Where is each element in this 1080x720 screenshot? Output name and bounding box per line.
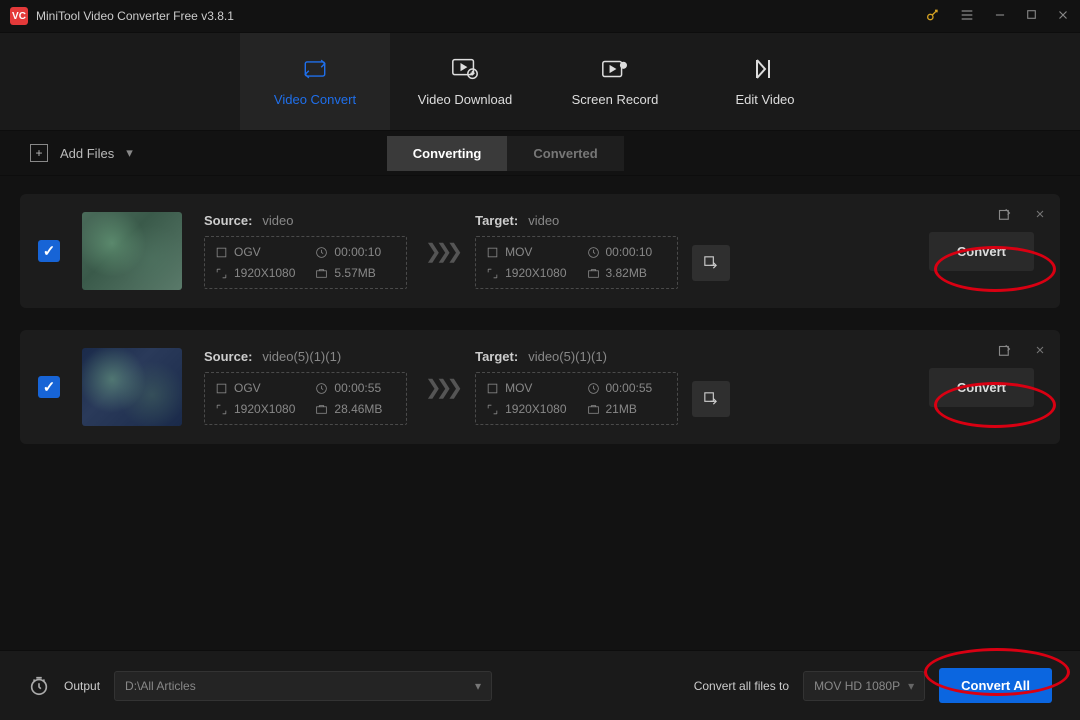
subtab-converted[interactable]: Converted bbox=[507, 136, 623, 171]
add-files-label: Add Files bbox=[60, 146, 114, 161]
maximize-button[interactable] bbox=[1025, 8, 1038, 24]
toolbar: + Add Files ▾ Converting Converted bbox=[0, 130, 1080, 176]
checkbox[interactable]: ✓ bbox=[38, 376, 60, 398]
target-duration: 00:00:55 bbox=[587, 381, 667, 395]
convert-icon bbox=[300, 56, 330, 82]
output-path-value: D:\All Articles bbox=[125, 679, 196, 693]
target-size: 3.82MB bbox=[587, 266, 667, 280]
remove-icon[interactable] bbox=[1034, 208, 1046, 223]
tab-screen-record-label: Screen Record bbox=[572, 92, 659, 107]
target-filename: video(5)(1)(1) bbox=[528, 349, 607, 364]
target-format: MOV bbox=[486, 381, 566, 395]
menu-icon[interactable] bbox=[959, 7, 975, 26]
add-files-button[interactable]: + Add Files ▾ bbox=[30, 144, 133, 162]
main-nav: Video Convert Video Download Screen Reco… bbox=[0, 32, 1080, 130]
arrow-icon: ❯❯❯ bbox=[421, 375, 461, 400]
app-title: MiniTool Video Converter Free v3.8.1 bbox=[36, 9, 925, 23]
target-duration: 00:00:10 bbox=[587, 245, 667, 259]
tab-video-convert-label: Video Convert bbox=[274, 92, 356, 107]
format-settings-button[interactable] bbox=[692, 245, 730, 281]
edit-icon[interactable] bbox=[997, 344, 1012, 362]
source-resolution: 1920X1080 bbox=[215, 266, 295, 280]
source-resolution: 1920X1080 bbox=[215, 402, 295, 416]
source-panel: Source: video OGV 00:00:10 1920X1080 5.5… bbox=[204, 213, 407, 289]
add-files-icon: + bbox=[30, 144, 48, 162]
file-card: ✓ Source: video(5)(1)(1) OGV 00:00:55 19… bbox=[20, 330, 1060, 444]
window-controls bbox=[925, 7, 1070, 26]
source-size: 5.57MB bbox=[315, 266, 395, 280]
target-panel: Target: video(5)(1)(1) MOV 00:00:55 1920… bbox=[475, 349, 730, 425]
key-icon[interactable] bbox=[925, 7, 941, 26]
target-filename: video bbox=[528, 213, 559, 228]
source-duration: 00:00:10 bbox=[315, 245, 395, 259]
target-label: Target: bbox=[475, 213, 518, 228]
download-icon bbox=[450, 56, 480, 82]
source-size: 28.46MB bbox=[315, 402, 395, 416]
source-panel: Source: video(5)(1)(1) OGV 00:00:55 1920… bbox=[204, 349, 407, 425]
source-duration: 00:00:55 bbox=[315, 381, 395, 395]
source-label: Source: bbox=[204, 213, 252, 228]
tab-edit-video[interactable]: Edit Video bbox=[690, 33, 840, 130]
source-format: OGV bbox=[215, 245, 295, 259]
target-resolution: 1920X1080 bbox=[486, 402, 566, 416]
target-size: 21MB bbox=[587, 402, 667, 416]
app-logo-icon: VC bbox=[10, 7, 28, 25]
convert-button[interactable]: Convert bbox=[929, 232, 1034, 271]
thumbnail[interactable] bbox=[82, 212, 182, 290]
edit-video-icon bbox=[750, 56, 780, 82]
arrow-icon: ❯❯❯ bbox=[421, 239, 461, 264]
tab-screen-record[interactable]: Screen Record bbox=[540, 33, 690, 130]
titlebar: VC MiniTool Video Converter Free v3.8.1 bbox=[0, 0, 1080, 32]
minimize-button[interactable] bbox=[993, 8, 1007, 25]
target-panel: Target: video MOV 00:00:10 1920X1080 3.8… bbox=[475, 213, 730, 289]
edit-icon[interactable] bbox=[997, 208, 1012, 226]
source-filename: video bbox=[262, 213, 293, 228]
tab-video-download[interactable]: Video Download bbox=[390, 33, 540, 130]
checkbox[interactable]: ✓ bbox=[38, 240, 60, 262]
close-button[interactable] bbox=[1056, 8, 1070, 25]
output-label: Output bbox=[64, 679, 100, 693]
tab-video-convert[interactable]: Video Convert bbox=[240, 33, 390, 130]
subtabs: Converting Converted bbox=[387, 136, 624, 171]
convert-button[interactable]: Convert bbox=[929, 368, 1034, 407]
bottom-bar: Output D:\All Articles ▾ Convert all fil… bbox=[0, 650, 1080, 720]
target-resolution: 1920X1080 bbox=[486, 266, 566, 280]
chevron-down-icon: ▾ bbox=[908, 679, 914, 693]
format-settings-button[interactable] bbox=[692, 381, 730, 417]
chevron-down-icon: ▾ bbox=[126, 145, 133, 161]
convert-all-to-label: Convert all files to bbox=[694, 679, 789, 693]
subtab-converting[interactable]: Converting bbox=[387, 136, 508, 171]
file-list: ✓ Source: video OGV 00:00:10 1920X1080 5… bbox=[0, 176, 1080, 650]
thumbnail[interactable] bbox=[82, 348, 182, 426]
source-label: Source: bbox=[204, 349, 252, 364]
tab-video-download-label: Video Download bbox=[418, 92, 512, 107]
source-format: OGV bbox=[215, 381, 295, 395]
source-filename: video(5)(1)(1) bbox=[262, 349, 341, 364]
target-format: MOV bbox=[486, 245, 566, 259]
schedule-icon[interactable] bbox=[28, 675, 50, 697]
record-icon bbox=[600, 56, 630, 82]
preset-value: MOV HD 1080P bbox=[814, 679, 900, 693]
preset-select[interactable]: MOV HD 1080P ▾ bbox=[803, 671, 925, 701]
convert-all-button[interactable]: Convert All bbox=[939, 668, 1052, 703]
chevron-down-icon: ▾ bbox=[475, 679, 481, 693]
tab-edit-video-label: Edit Video bbox=[735, 92, 794, 107]
remove-icon[interactable] bbox=[1034, 344, 1046, 359]
file-card: ✓ Source: video OGV 00:00:10 1920X1080 5… bbox=[20, 194, 1060, 308]
output-path-select[interactable]: D:\All Articles ▾ bbox=[114, 671, 492, 701]
target-label: Target: bbox=[475, 349, 518, 364]
